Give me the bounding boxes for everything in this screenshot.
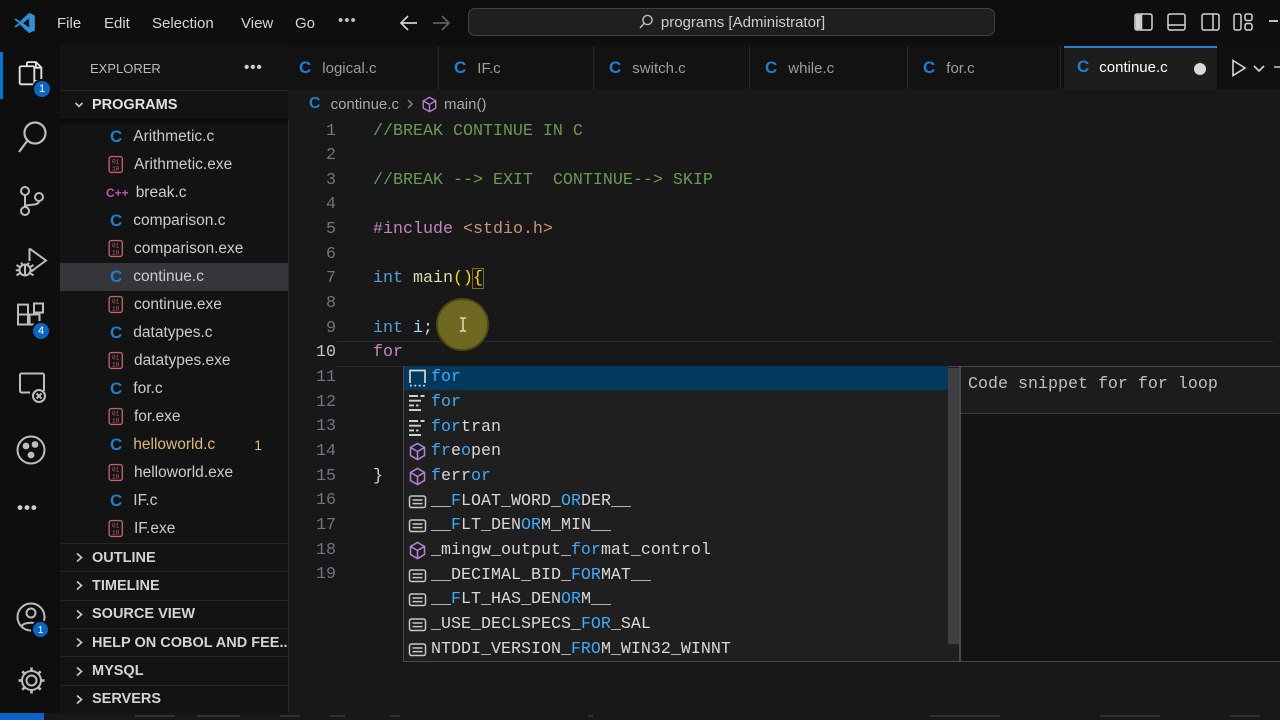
svg-text:10: 10: [112, 165, 120, 172]
svg-text:10: 10: [112, 418, 120, 425]
svg-text:10: 10: [112, 362, 120, 369]
svg-text:10: 10: [112, 530, 120, 537]
svg-text:10: 10: [112, 474, 120, 481]
svg-text:10: 10: [112, 306, 120, 313]
svg-text:10: 10: [112, 250, 120, 257]
